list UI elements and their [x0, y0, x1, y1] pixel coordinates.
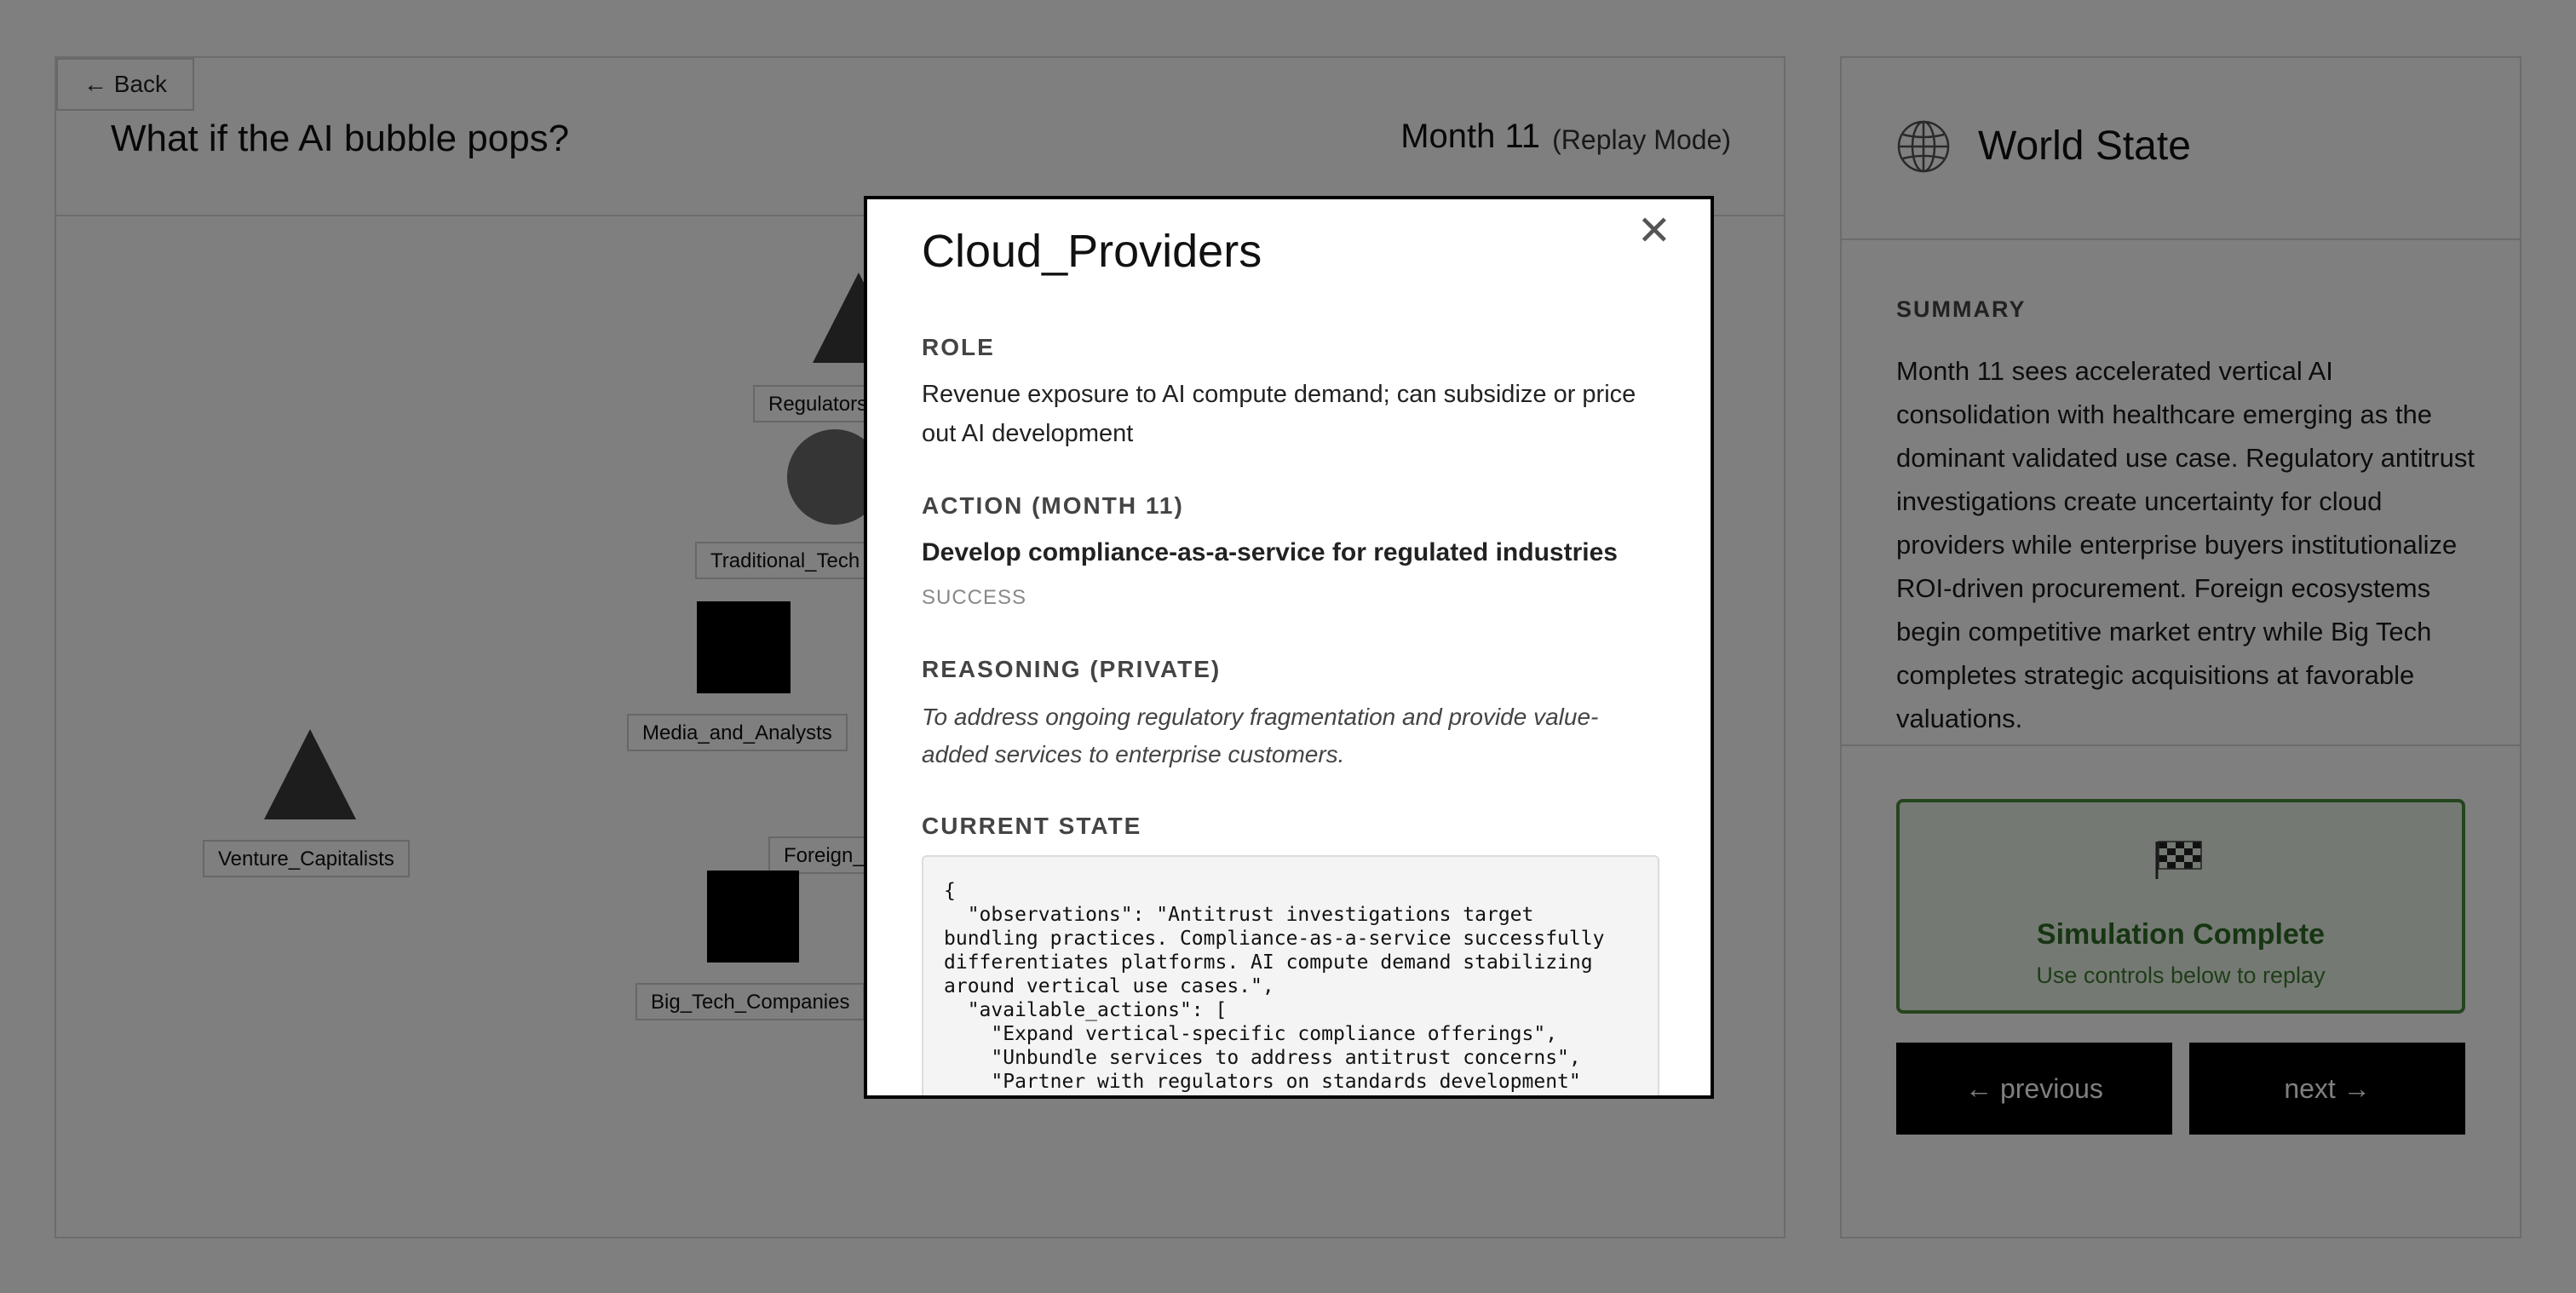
reasoning-heading: REASONING (PRIVATE)	[922, 656, 1222, 682]
action-heading: ACTION (MONTH 11)	[922, 492, 1184, 519]
action-status: SUCCESS	[922, 586, 1027, 609]
role-heading: ROLE	[922, 334, 995, 360]
close-icon[interactable]: ✕	[1637, 206, 1671, 257]
action-title: Develop compliance-as-a-service for regu…	[922, 538, 1618, 566]
current-state-heading: CURRENT STATE	[922, 813, 1142, 839]
reasoning-text: To address ongoing regulatory fragmentat…	[922, 704, 1599, 767]
current-state-box[interactable]: { "observations": "Antitrust investigati…	[922, 855, 1659, 1095]
agent-name-title: Cloud_Providers	[922, 226, 1262, 277]
role-text: Revenue exposure to AI compute demand; c…	[922, 381, 1636, 447]
current-state-json: { "observations": "Antitrust investigati…	[944, 880, 1605, 1095]
agent-detail-modal: ✕ Cloud_Providers ROLE Revenue exposure …	[864, 196, 1714, 1099]
